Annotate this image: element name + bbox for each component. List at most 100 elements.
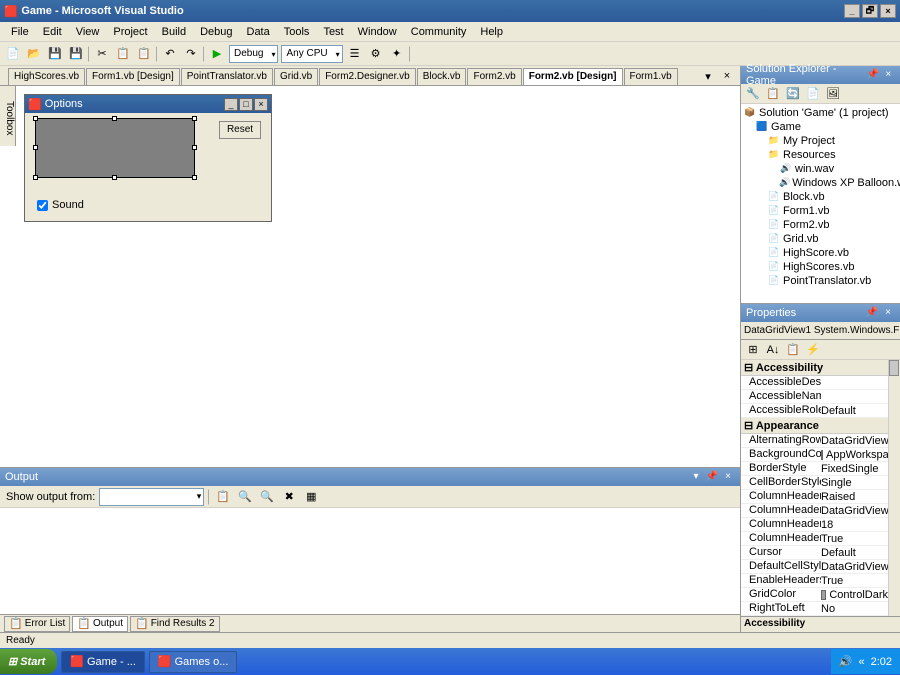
- prop-row[interactable]: AccessibleNam: [741, 390, 888, 404]
- new-file-icon[interactable]: 📄: [4, 45, 22, 63]
- output-tool-icon[interactable]: 🔍: [258, 488, 276, 506]
- output-tool-icon[interactable]: ▦: [302, 488, 320, 506]
- reset-button[interactable]: Reset: [219, 121, 261, 139]
- tab-form2-vb--design-[interactable]: Form2.vb [Design]: [523, 68, 623, 85]
- bottom-tab-error-list[interactable]: 📋Error List: [4, 616, 70, 632]
- tree-item[interactable]: 🔊Windows XP Balloon.wav: [743, 176, 898, 190]
- alphabetical-icon[interactable]: A↓: [764, 341, 782, 359]
- copy-icon[interactable]: 📋: [114, 45, 132, 63]
- prop-row[interactable]: AccessibleDesc: [741, 376, 888, 390]
- tool-icon[interactable]: ☰: [346, 45, 364, 63]
- tree-item[interactable]: 🔊win.wav: [743, 162, 898, 176]
- prop-row[interactable]: AccessibleRoleDefault: [741, 404, 888, 418]
- tab-grid-vb[interactable]: Grid.vb: [274, 68, 318, 85]
- output-body[interactable]: [0, 508, 740, 614]
- start-button[interactable]: ⊞ Start: [0, 649, 57, 674]
- prop-value[interactable]: ControlDark: [821, 588, 888, 601]
- menu-tools[interactable]: Tools: [277, 24, 317, 40]
- prop-value[interactable]: True: [821, 532, 888, 545]
- menu-file[interactable]: File: [4, 24, 36, 40]
- prop-value[interactable]: [821, 390, 888, 403]
- close-button[interactable]: ×: [880, 4, 896, 18]
- prop-row[interactable]: AlternatingRowDataGridViewCel: [741, 434, 888, 448]
- tree-item[interactable]: 📄Form2.vb: [743, 218, 898, 232]
- tree-item[interactable]: 📄PointTranslator.vb: [743, 274, 898, 288]
- datagridview[interactable]: [35, 118, 195, 178]
- pin-icon[interactable]: 📌: [866, 69, 879, 81]
- close-icon[interactable]: ×: [721, 471, 735, 483]
- tool-icon[interactable]: ⚙: [367, 45, 385, 63]
- prop-row[interactable]: EnableHeadersTrue: [741, 574, 888, 588]
- tree-item[interactable]: 📄HighScores.vb: [743, 260, 898, 274]
- output-tool-icon[interactable]: ✖: [280, 488, 298, 506]
- close-icon[interactable]: ×: [882, 69, 895, 81]
- tab-form2-vb[interactable]: Form2.vb: [467, 68, 521, 85]
- pin-icon[interactable]: 📌: [705, 471, 719, 483]
- prop-row[interactable]: ColumnHeaderTrue: [741, 532, 888, 546]
- prop-row[interactable]: RightToLeftNo: [741, 602, 888, 616]
- prop-value[interactable]: Default: [821, 546, 888, 559]
- platform-dropdown[interactable]: Any CPU: [281, 45, 342, 63]
- form-designer[interactable]: Toolbox 🟥 Options _ □ × Reset: [0, 86, 740, 467]
- tool-icon[interactable]: ✦: [388, 45, 406, 63]
- tree-item[interactable]: 📁Resources: [743, 148, 898, 162]
- prop-value[interactable]: Single: [821, 476, 888, 489]
- menu-help[interactable]: Help: [473, 24, 510, 40]
- tab-highscores-vb[interactable]: HighScores.vb: [8, 68, 85, 85]
- tray-clock[interactable]: 2:02: [871, 656, 892, 668]
- prop-category[interactable]: ⊟ Appearance: [741, 418, 900, 434]
- prop-value[interactable]: True: [821, 574, 888, 587]
- properties-scrollbar[interactable]: [888, 360, 900, 616]
- tab-form1-vb[interactable]: Form1.vb: [624, 68, 678, 85]
- properties-icon[interactable]: 📋: [784, 341, 802, 359]
- sound-checkbox-input[interactable]: [37, 200, 48, 211]
- system-tray[interactable]: 🔊 « 2:02: [831, 649, 900, 674]
- prop-value[interactable]: DataGridViewCel: [821, 434, 888, 447]
- prop-row[interactable]: BackgroundColAppWorkspa: [741, 448, 888, 462]
- prop-value[interactable]: Default: [821, 404, 888, 417]
- prop-value[interactable]: DataGridViewCel: [821, 560, 888, 573]
- menu-view[interactable]: View: [69, 24, 107, 40]
- output-tool-icon[interactable]: 🔍: [236, 488, 254, 506]
- sound-checkbox[interactable]: Sound: [37, 199, 84, 211]
- tab-pointtranslator-vb[interactable]: PointTranslator.vb: [181, 68, 273, 85]
- events-icon[interactable]: ⚡: [804, 341, 822, 359]
- tree-item[interactable]: 📄Block.vb: [743, 190, 898, 204]
- form-maximize-button[interactable]: □: [239, 98, 253, 111]
- redo-icon[interactable]: ↷: [182, 45, 200, 63]
- menu-project[interactable]: Project: [106, 24, 154, 40]
- prop-value[interactable]: 18: [821, 518, 888, 531]
- prop-row[interactable]: BorderStyleFixedSingle: [741, 462, 888, 476]
- save-icon[interactable]: 💾: [46, 45, 64, 63]
- dropdown-icon[interactable]: ▾: [689, 471, 703, 483]
- prop-row[interactable]: CellBorderStyleSingle: [741, 476, 888, 490]
- prop-value[interactable]: AppWorkspa: [821, 448, 888, 461]
- tree-item[interactable]: 📦Solution 'Game' (1 project): [743, 106, 898, 120]
- cut-icon[interactable]: ✂: [93, 45, 111, 63]
- prop-value[interactable]: Raised: [821, 490, 888, 503]
- tray-chevron-icon[interactable]: «: [858, 656, 864, 668]
- prop-value[interactable]: No: [821, 602, 888, 615]
- tree-item[interactable]: 📄Form1.vb: [743, 204, 898, 218]
- tab-close-icon[interactable]: ×: [718, 67, 736, 85]
- prop-value[interactable]: [821, 376, 888, 389]
- properties-icon[interactable]: 🔧: [744, 85, 762, 103]
- prop-row[interactable]: ColumnHeaderDataGridViewCel: [741, 504, 888, 518]
- tree-item[interactable]: 📄Grid.vb: [743, 232, 898, 246]
- minimize-button[interactable]: _: [844, 4, 860, 18]
- form-close-button[interactable]: ×: [254, 98, 268, 111]
- refresh-icon[interactable]: 🔄: [784, 85, 802, 103]
- save-all-icon[interactable]: 💾: [67, 45, 85, 63]
- tray-icon[interactable]: 🔊: [839, 655, 853, 668]
- menu-edit[interactable]: Edit: [36, 24, 69, 40]
- menu-window[interactable]: Window: [351, 24, 404, 40]
- prop-row[interactable]: ColumnHeader18: [741, 518, 888, 532]
- menu-community[interactable]: Community: [404, 24, 474, 40]
- tree-item[interactable]: 📄HighScore.vb: [743, 246, 898, 260]
- restore-button[interactable]: 🗗: [862, 4, 878, 18]
- properties-object[interactable]: DataGridView1 System.Windows.F: [741, 322, 900, 340]
- paste-icon[interactable]: 📋: [135, 45, 153, 63]
- tab-form2-designer-vb[interactable]: Form2.Designer.vb: [319, 68, 415, 85]
- prop-row[interactable]: GridColorControlDark: [741, 588, 888, 602]
- menu-data[interactable]: Data: [240, 24, 277, 40]
